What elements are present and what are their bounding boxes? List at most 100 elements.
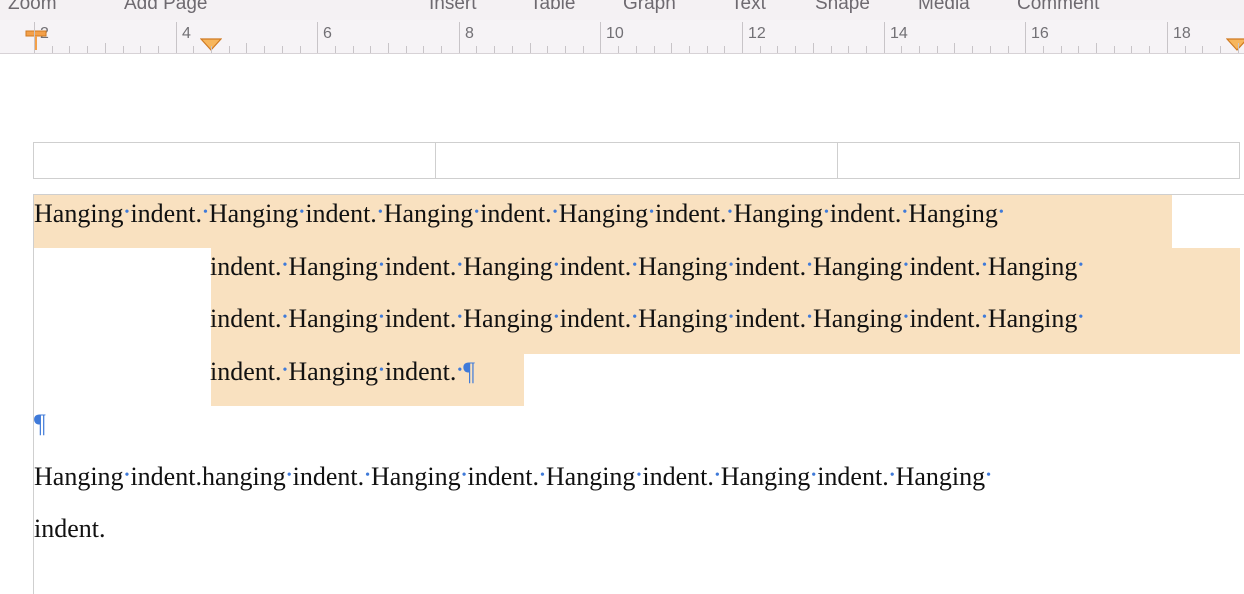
- header-cell-left[interactable]: [34, 143, 436, 178]
- word: indent.: [130, 199, 202, 228]
- ruler-tick: [1096, 43, 1097, 53]
- ruler-tick: [264, 46, 265, 53]
- text-line[interactable]: indent.•Hanging•indent.•Hanging•indent.•…: [210, 252, 1084, 287]
- space-marker-icon: •: [903, 258, 909, 273]
- ruler-tick: [1078, 46, 1079, 53]
- word: indent.: [34, 514, 106, 543]
- toolbar-insert[interactable]: Insert: [429, 0, 477, 15]
- word: indent.hanging: [130, 462, 286, 491]
- ruler-tick: [246, 43, 247, 53]
- toolbar-graph[interactable]: Graph: [623, 0, 676, 15]
- word: indent.: [817, 462, 889, 491]
- space-marker-icon: •: [461, 468, 467, 483]
- header-cell-center[interactable]: [436, 143, 838, 178]
- right-indent-marker-icon[interactable]: [1226, 38, 1244, 52]
- word: Hanging: [733, 199, 823, 228]
- ruler-tick: [547, 46, 548, 53]
- toolbar: Zoom Add Page Insert Table Graph Text Sh…: [0, 0, 1244, 20]
- space-marker-icon: •: [807, 310, 812, 325]
- space-marker-icon: •: [714, 468, 720, 483]
- space-marker-icon: •: [728, 258, 734, 273]
- pilcrow-icon: ¶: [34, 409, 46, 438]
- ruler-tick: [600, 22, 601, 53]
- word: Hanging: [463, 252, 553, 281]
- header-cell-right[interactable]: [838, 143, 1239, 178]
- text-line[interactable]: indent.•Hanging•indent.•Hanging•indent.•…: [210, 304, 1084, 339]
- page-header: [33, 142, 1240, 179]
- toolbar-table[interactable]: Table: [530, 0, 575, 15]
- ruler-tick: [300, 46, 301, 53]
- ruler-tick: [1008, 46, 1009, 53]
- space-marker-icon: •: [903, 310, 909, 325]
- ruler-tick: [654, 46, 655, 53]
- toolbar-add-page[interactable]: Add Page: [124, 0, 207, 15]
- space-marker-icon: •: [807, 258, 812, 273]
- ruler-tick: [406, 46, 407, 53]
- ruler-tick: [1114, 46, 1115, 53]
- space-marker-icon: •: [553, 310, 559, 325]
- word: indent.: [829, 199, 902, 228]
- ruler-tick: [813, 43, 814, 53]
- word: Hanging: [812, 252, 903, 281]
- left-indent-marker-icon[interactable]: [24, 30, 48, 52]
- space-marker-icon: •: [365, 468, 371, 483]
- ruler-tick: [140, 46, 141, 53]
- toolbar-comment[interactable]: Comment: [1017, 0, 1099, 15]
- word: Hanging: [463, 304, 553, 333]
- ruler-tick: [317, 22, 318, 53]
- word: indent.: [210, 304, 282, 333]
- ruler-tick: [742, 22, 743, 53]
- word: Hanging: [545, 462, 636, 491]
- ruler-tick: [229, 46, 230, 53]
- ruler-tick: [954, 43, 955, 53]
- toolbar-shape[interactable]: Shape: [815, 0, 870, 15]
- word: indent.: [655, 199, 727, 228]
- space-marker-icon: •: [552, 205, 558, 220]
- toolbar-media[interactable]: Media: [918, 0, 970, 15]
- word: Hanging: [288, 252, 378, 281]
- ruler-tick: [618, 46, 619, 53]
- text-line[interactable]: indent.: [34, 514, 106, 544]
- ruler-tick: [441, 46, 442, 53]
- word: indent.: [384, 304, 457, 333]
- space-marker-icon: •: [378, 310, 384, 325]
- ruler-tick: [777, 46, 778, 53]
- ruler-tick: [282, 46, 283, 53]
- ruler-tick: [1185, 46, 1186, 53]
- ruler-tick: [636, 46, 637, 53]
- ruler-label: 16: [1031, 25, 1049, 42]
- text-line[interactable]: Hanging•indent.hanging•indent.•Hanging•i…: [34, 462, 992, 497]
- space-marker-icon: •: [632, 310, 638, 325]
- ruler-tick: [158, 46, 159, 53]
- word: Hanging: [812, 304, 903, 333]
- space-marker-icon: •: [981, 258, 987, 273]
- space-marker-icon: •: [649, 205, 655, 220]
- ruler-tick: [760, 46, 761, 53]
- ruler-tick: [848, 46, 849, 53]
- space-marker-icon: •: [981, 310, 987, 325]
- word: Hanging: [987, 252, 1078, 281]
- word: indent.: [210, 357, 282, 386]
- text-line[interactable]: indent.•Hanging•indent.•¶: [210, 357, 475, 392]
- ruler-tick: [211, 46, 212, 53]
- word: indent.: [210, 252, 282, 281]
- text-line[interactable]: Hanging•indent.•Hanging•indent.•Hanging•…: [34, 199, 1005, 234]
- ruler-tick: [831, 46, 832, 53]
- word: Hanging: [383, 199, 474, 228]
- horizontal-ruler[interactable]: 2 4 6 8 10 12 14 16 18: [0, 20, 1244, 54]
- ruler-tick: [583, 46, 584, 53]
- toolbar-zoom[interactable]: Zoom: [8, 0, 57, 15]
- empty-paragraph[interactable]: ¶: [34, 409, 46, 439]
- space-marker-icon: •: [124, 205, 130, 220]
- ruler-tick: [476, 46, 477, 53]
- space-marker-icon: •: [902, 205, 908, 220]
- space-marker-icon: •: [986, 468, 992, 483]
- toolbar-text[interactable]: Text: [731, 0, 766, 15]
- word: Hanging: [895, 462, 986, 491]
- ruler-tick: [176, 22, 177, 53]
- space-marker-icon: •: [636, 468, 642, 483]
- space-marker-icon: •: [282, 258, 288, 273]
- ruler-tick: [52, 46, 53, 53]
- ruler-tick: [1202, 46, 1203, 53]
- ruler-tick: [795, 46, 796, 53]
